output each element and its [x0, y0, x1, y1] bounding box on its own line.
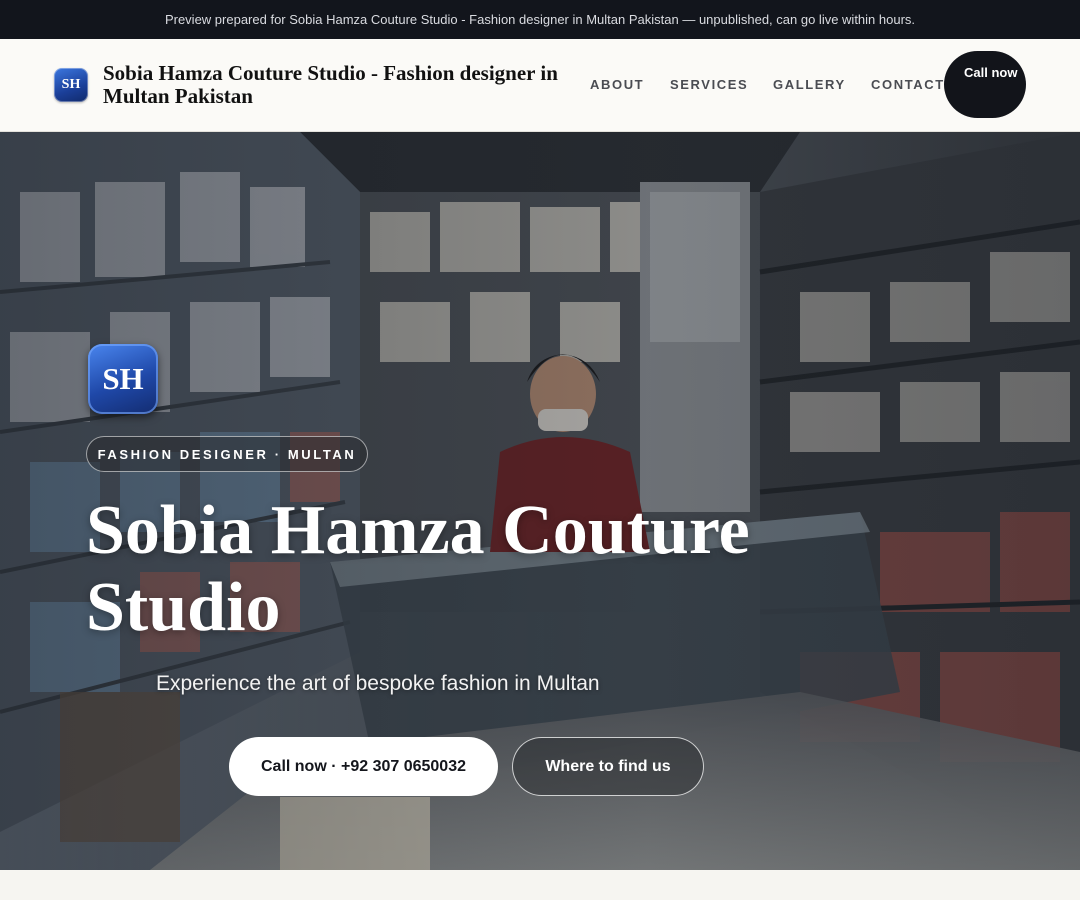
nav-about[interactable]: ABOUT	[590, 77, 644, 92]
header-call-button[interactable]: Call now	[944, 51, 1026, 118]
preview-banner-text: Preview prepared for Sobia Hamza Couture…	[164, 12, 916, 27]
hero-subtitle: Experience the art of bespoke fashion in…	[156, 672, 600, 695]
nav-contact[interactable]: CONTACT	[871, 77, 945, 92]
hero-logo-icon: SH	[88, 344, 158, 414]
preview-banner: Preview prepared for Sobia Hamza Couture…	[0, 0, 1080, 39]
call-now-button[interactable]: Call now · +92 307 0650032	[229, 737, 498, 796]
site-header: SH Sobia Hamza Couture Studio - Fashion …	[0, 39, 1080, 132]
nav-services[interactable]: SERVICES	[670, 77, 748, 92]
category-badge: FASHION DESIGNER · MULTAN	[86, 436, 368, 472]
nav-gallery[interactable]: GALLERY	[773, 77, 846, 92]
brand-name[interactable]: Sobia Hamza Couture Studio - Fashion des…	[103, 62, 593, 108]
logo-icon[interactable]: SH	[54, 68, 88, 102]
hero-section: SH FASHION DESIGNER · MULTAN Sobia Hamza…	[0, 132, 1080, 870]
where-to-find-us-button[interactable]: Where to find us	[512, 737, 704, 796]
hero-title: Sobia Hamza Couture Studio	[86, 492, 750, 646]
next-section	[0, 870, 1080, 900]
